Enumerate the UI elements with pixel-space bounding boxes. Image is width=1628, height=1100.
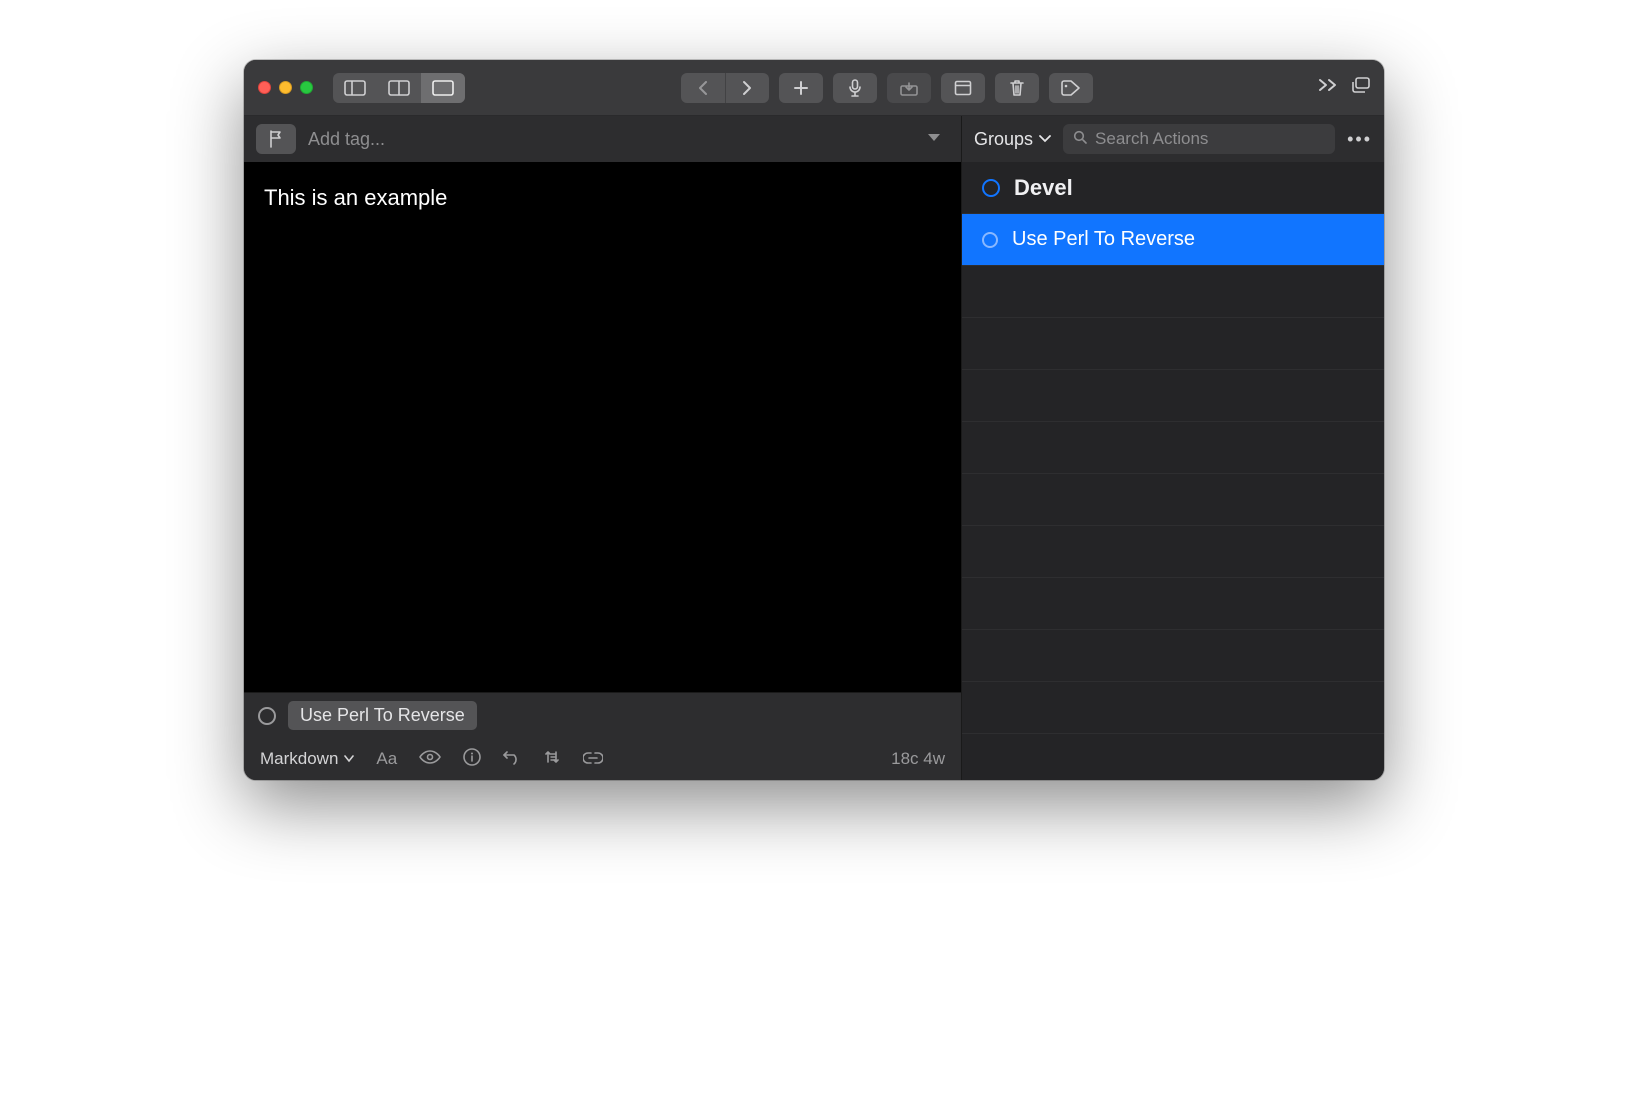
info-button[interactable]	[463, 748, 481, 771]
sidebar-empty-row	[962, 318, 1384, 370]
window-stack-button[interactable]	[1352, 77, 1370, 98]
status-bar: Markdown Aa 18c 4w	[244, 738, 961, 780]
sidebar-empty-row	[962, 682, 1384, 734]
toolbar-overflow-button[interactable]	[1318, 78, 1338, 97]
zoom-window-button[interactable]	[300, 81, 313, 94]
layout-two-pane-button[interactable]	[333, 73, 377, 103]
sidebar-empty-row	[962, 370, 1384, 422]
sidebar-empty-row	[962, 422, 1384, 474]
undo-button[interactable]	[503, 749, 521, 770]
group-circle-icon	[982, 179, 1000, 197]
preview-button[interactable]	[419, 749, 441, 769]
syntax-mode-label: Markdown	[260, 749, 338, 769]
sidebar-empty-row	[962, 526, 1384, 578]
search-actions-field[interactable]	[1063, 124, 1335, 154]
syntax-mode-button[interactable]: Markdown	[260, 749, 354, 769]
trash-button[interactable]	[995, 73, 1039, 103]
editor-area[interactable]: This is an example	[244, 162, 961, 692]
tag-bar	[244, 116, 961, 162]
back-button[interactable]	[681, 73, 725, 103]
layout-segmented-control	[333, 73, 465, 103]
archive-button[interactable]	[887, 73, 931, 103]
arrange-button[interactable]	[543, 749, 561, 770]
sidebar-empty-row	[962, 630, 1384, 682]
group-label: Devel	[1014, 175, 1073, 201]
window-controls	[258, 81, 313, 94]
close-window-button[interactable]	[258, 81, 271, 94]
flag-button[interactable]	[256, 124, 296, 154]
tag-button[interactable]	[1049, 73, 1093, 103]
file-button[interactable]	[941, 73, 985, 103]
sidebar-empty-row	[962, 578, 1384, 630]
action-circle-icon	[982, 232, 998, 248]
sidebar-group-row[interactable]: Devel	[962, 162, 1384, 214]
action-label: Use Perl To Reverse	[1012, 228, 1195, 251]
tag-input[interactable]	[308, 129, 907, 150]
editor-column: This is an example Use Perl To Reverse M…	[244, 116, 962, 780]
forward-button[interactable]	[725, 73, 769, 103]
dictate-button[interactable]	[833, 73, 877, 103]
history-nav	[681, 73, 769, 103]
layout-single-pane-button[interactable]	[421, 73, 465, 103]
minimize-window-button[interactable]	[279, 81, 292, 94]
action-indicator-icon	[258, 707, 276, 725]
app-window: This is an example Use Perl To Reverse M…	[244, 60, 1384, 780]
sidebar-header: Groups •••	[962, 116, 1384, 162]
new-draft-button[interactable]	[779, 73, 823, 103]
actions-sidebar: Groups ••• Devel Use Perl To Reverse	[962, 116, 1384, 780]
appearance-button[interactable]: Aa	[376, 749, 397, 769]
link-button[interactable]	[583, 749, 603, 769]
sidebar-empty-row	[962, 474, 1384, 526]
sidebar-more-button[interactable]: •••	[1347, 129, 1372, 150]
layout-three-pane-button[interactable]	[377, 73, 421, 103]
sidebar-action-row[interactable]: Use Perl To Reverse	[962, 214, 1384, 266]
groups-label: Groups	[974, 129, 1033, 150]
char-word-count: 18c 4w	[891, 749, 945, 769]
sidebar-empty-row	[962, 266, 1384, 318]
search-icon	[1073, 130, 1087, 149]
search-actions-input[interactable]	[1095, 129, 1325, 149]
pending-action-chip[interactable]: Use Perl To Reverse	[288, 701, 477, 730]
titlebar	[244, 60, 1384, 116]
groups-dropdown[interactable]: Groups	[974, 129, 1051, 150]
pending-action-bar: Use Perl To Reverse	[244, 692, 961, 738]
tag-dropdown-button[interactable]	[919, 130, 949, 148]
